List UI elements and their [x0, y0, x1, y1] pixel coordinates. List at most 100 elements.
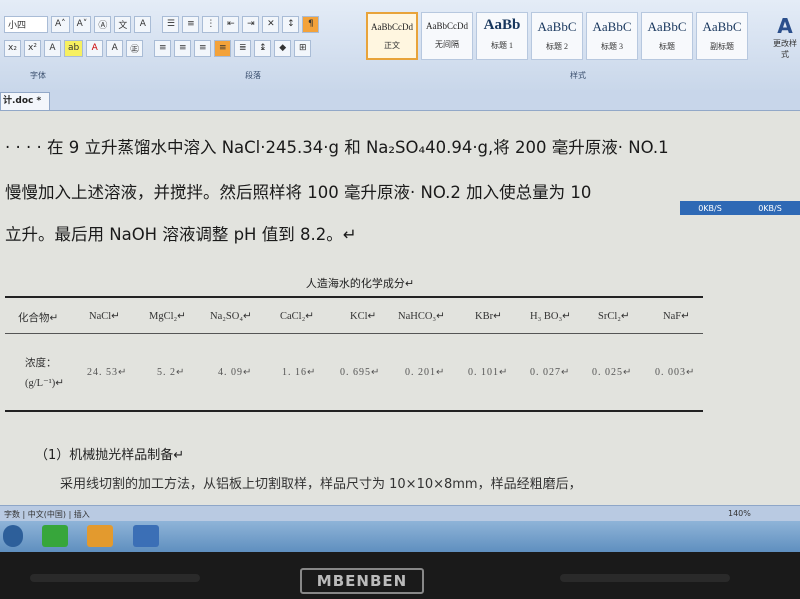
phonetic-icon[interactable]: 文	[114, 15, 132, 33]
shrink-font-icon[interactable]: A˅	[72, 15, 92, 33]
table-cell: 24. 53↵	[87, 367, 128, 378]
screen: 小四 A˄ A˅ Ⓐ 文 A ☰ ≡ ⋮ ⇤ ⇥ ✕ ↕ ¶ x₂ x² A a…	[0, 0, 800, 552]
style-label: 无间隔	[435, 40, 459, 49]
table-header: Na₂SO₄↵	[210, 311, 252, 322]
body-line-1: · · · · 在 9 立升蒸馏水中溶入 NaCl·245.34·g 和 Na₂…	[5, 138, 669, 157]
text-effects-icon[interactable]: A	[44, 39, 61, 57]
ribbon: 小四 A˄ A˅ Ⓐ 文 A ☰ ≡ ⋮ ⇤ ⇥ ✕ ↕ ¶ x₂ x² A a…	[0, 0, 800, 91]
table-cell: 0. 201↵	[405, 367, 446, 378]
increase-indent-icon[interactable]: ⇥	[242, 15, 260, 33]
justify-icon[interactable]: ≡	[214, 39, 232, 57]
style-subtitle[interactable]: AaBbC 副标题	[696, 12, 748, 60]
section-text: 采用线切割的加工方法，从铝板上切割取样，样品尺寸为 10×10×8mm，样品经粗…	[60, 477, 582, 492]
table-cell: 0. 003↵	[655, 367, 696, 378]
document-tab-bar: 计.doc *	[0, 90, 800, 111]
status-bar: 字数 | 中文(中国) | 插入 140%	[0, 505, 800, 522]
style-sample: AaBbCcDd	[426, 21, 468, 31]
table-header: NaCl↵	[89, 311, 120, 322]
table-header: MgCl₂↵	[149, 311, 186, 322]
align-right-icon[interactable]: ≡	[194, 39, 212, 57]
align-center-icon[interactable]: ≡	[174, 39, 192, 57]
document-tab[interactable]: 计.doc *	[0, 92, 50, 110]
table-cell: 0. 025↵	[592, 367, 633, 378]
style-heading-3[interactable]: AaBbC 标题 3	[586, 12, 638, 60]
chinese-layout-icon[interactable]: ✕	[262, 15, 280, 33]
table-header: CaCl₂↵	[280, 311, 315, 322]
style-heading-1[interactable]: AaBb 标题 1	[476, 12, 528, 60]
style-title[interactable]: AaBbC 标题	[641, 12, 693, 60]
multilevel-list-icon[interactable]: ⋮	[202, 15, 220, 33]
font-toolbar-row-1: 小四 A˄ A˅ Ⓐ 文 A ☰ ≡ ⋮ ⇤ ⇥ ✕ ↕ ¶	[0, 14, 320, 34]
clear-format-icon[interactable]: Ⓐ	[94, 15, 112, 33]
taskbar	[0, 521, 800, 552]
table-header: NaHCO₃↵	[398, 311, 445, 322]
show-marks-icon[interactable]: ¶	[302, 15, 320, 33]
superscript-icon[interactable]: x²	[24, 39, 41, 57]
row-unit: (g/L⁻¹)↵	[25, 378, 65, 389]
style-normal[interactable]: AaBbCcDd 正文	[366, 12, 418, 60]
sort-icon[interactable]: ↕	[282, 15, 300, 33]
shading-icon[interactable]: ◆	[274, 39, 292, 57]
style-sample: AaBbC	[537, 19, 577, 34]
bezel-vent-right	[560, 574, 730, 582]
table-header-rule	[5, 333, 703, 334]
zoom-level[interactable]: 140%	[728, 509, 751, 518]
change-styles-label: 更改样式	[773, 39, 797, 59]
table-title: 人造海水的化学成分↵	[305, 277, 415, 290]
upload-speed: 0KB/S	[758, 203, 782, 213]
table-cell: 0. 027↵	[530, 367, 571, 378]
style-label: 标题 1	[491, 41, 513, 50]
style-sample: AaBbC	[647, 19, 687, 34]
app-icon[interactable]	[87, 525, 113, 547]
document-page[interactable]: · · · · 在 9 立升蒸馏水中溶入 NaCl·245.34·g 和 Na₂…	[0, 111, 800, 505]
style-heading-2[interactable]: AaBbC 标题 2	[531, 12, 583, 60]
table-top-rule	[5, 296, 703, 298]
start-icon[interactable]	[3, 525, 23, 547]
wechat-icon[interactable]	[42, 525, 68, 547]
grow-font-icon[interactable]: A˄	[51, 15, 70, 33]
style-no-spacing[interactable]: AaBbCcDd 无间隔	[421, 12, 473, 60]
borders-icon[interactable]: ⊞	[294, 39, 312, 57]
row-label: 浓度：	[25, 358, 57, 369]
change-styles-button[interactable]: A 更改样式	[770, 14, 800, 62]
decrease-indent-icon[interactable]: ⇤	[222, 15, 240, 33]
style-label: 标题 2	[546, 42, 568, 51]
table-cell: 1. 16↵	[282, 367, 317, 378]
style-label: 标题	[659, 42, 675, 51]
line-spacing-icon[interactable]: ↨	[254, 39, 272, 57]
distribute-icon[interactable]: ≣	[234, 39, 252, 57]
change-styles-icon: A	[777, 14, 793, 38]
enclose-char-icon[interactable]: ㊣	[126, 39, 144, 57]
style-sample: AaBbC	[702, 19, 742, 34]
network-speed-widget: 0KB/S 0KB/S	[680, 201, 800, 215]
word-icon[interactable]	[133, 525, 159, 547]
style-sample: AaBb	[483, 17, 521, 33]
highlight-icon[interactable]: ab	[64, 39, 84, 57]
align-left-icon[interactable]: ≡	[154, 39, 172, 57]
style-sample: AaBbCcDd	[371, 22, 413, 32]
status-left: 字数 | 中文(中国) | 插入	[4, 510, 90, 519]
char-shading-icon[interactable]: A	[106, 39, 124, 57]
table-header: 化合物↵	[18, 313, 59, 324]
body-line-2: 慢慢加入上述溶液，并搅拌。然后照样将 100 毫升原液· NO.2 加入使总量为…	[5, 183, 592, 202]
section-heading: （1）机械抛光样品制备↵	[35, 448, 185, 463]
table-header: KBr↵	[475, 311, 502, 322]
char-border-icon[interactable]: A	[134, 15, 152, 33]
numbering-icon[interactable]: ≡	[182, 15, 200, 33]
bezel-vent-left	[30, 574, 200, 582]
table-header: KCl↵	[350, 311, 377, 322]
style-label: 副标题	[710, 42, 734, 51]
styles-gallery: AaBbCcDd 正文 AaBbCcDd 无间隔 AaBb 标题 1 AaBbC…	[366, 12, 748, 60]
font-color-icon[interactable]: A	[86, 39, 104, 57]
font-size-select[interactable]: 小四	[4, 15, 48, 33]
style-label: 正文	[384, 41, 400, 50]
group-label-styles: 样式	[570, 71, 586, 80]
group-label-font: 字体	[30, 71, 46, 80]
table-header: NaF↵	[663, 311, 690, 322]
subscript-icon[interactable]: x₂	[4, 39, 21, 57]
table-cell: 5. 2↵	[157, 367, 186, 378]
ribbon-group-labels: 字体 段落 样式	[0, 68, 800, 82]
bullets-icon[interactable]: ☰	[162, 15, 180, 33]
table-cell: 0. 695↵	[340, 367, 381, 378]
font-toolbar-row-2: x₂ x² A ab A A ㊣ ≡ ≡ ≡ ≡ ≣ ↨ ◆ ⊞	[0, 38, 312, 58]
